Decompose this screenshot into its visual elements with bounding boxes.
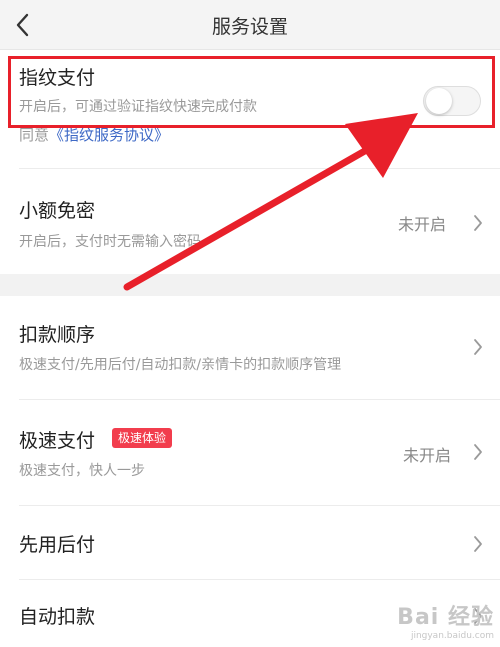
watermark: Bai 经验 jingyan.baidu.com (397, 599, 494, 641)
annotation-arrow (123, 113, 418, 291)
watermark-logo: Bai 经验 (397, 605, 494, 630)
watermark-url: jingyan.baidu.com (410, 631, 494, 641)
